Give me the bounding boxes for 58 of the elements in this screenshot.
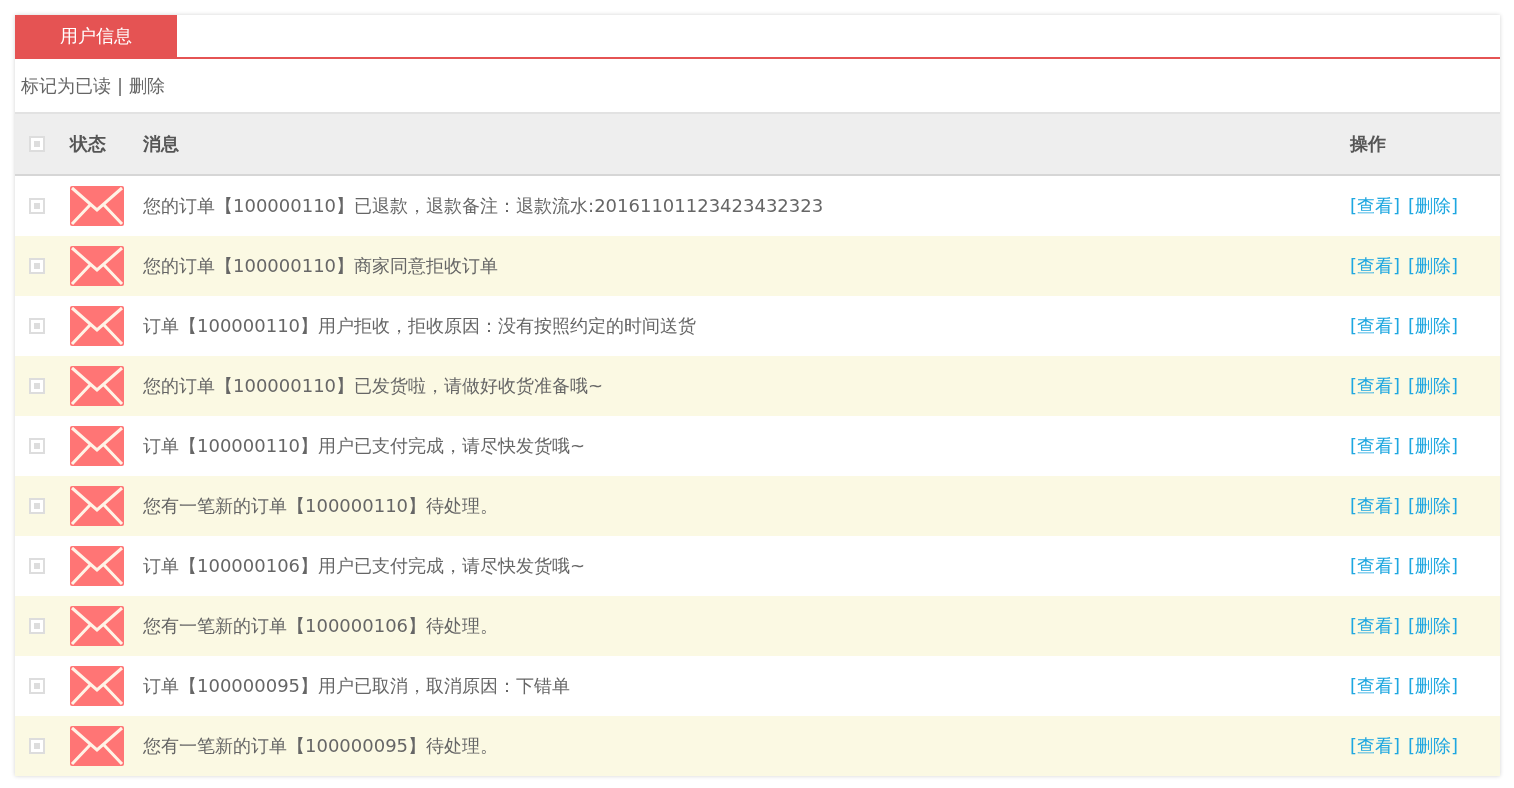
separator-text: | [117, 75, 124, 96]
delete-link[interactable]: [删除] [1408, 194, 1459, 218]
view-link[interactable]: [查看] [1350, 674, 1401, 698]
envelope-icon [70, 606, 124, 646]
envelope-icon [70, 726, 124, 766]
delete-link[interactable]: [删除] [1408, 374, 1459, 398]
row-checkbox[interactable] [29, 258, 45, 274]
delete-link[interactable]: [删除] [1408, 254, 1459, 278]
view-link[interactable]: [查看] [1350, 314, 1401, 338]
column-header: 消息 [143, 133, 179, 154]
row-checkbox[interactable] [29, 318, 45, 334]
view-link[interactable]: [查看] [1350, 554, 1401, 578]
delete-link[interactable]: [删除] [1408, 674, 1459, 698]
message-text: 您的订单【100000110】商家同意拒收订单 [143, 255, 499, 276]
row-checkbox[interactable] [29, 378, 45, 394]
view-link[interactable]: [查看] [1350, 194, 1401, 218]
envelope-icon [70, 666, 124, 706]
message-text: 订单【100000110】用户已支付完成，请尽快发货哦~ [143, 435, 586, 456]
row-checkbox[interactable] [29, 198, 45, 214]
delete-link[interactable]: [删除] [1408, 614, 1459, 638]
delete-link[interactable]: [删除] [1408, 494, 1459, 518]
column-header: 状态 [70, 132, 106, 156]
delete-link[interactable]: [删除] [1408, 554, 1459, 578]
envelope-icon [70, 426, 124, 466]
message-text: 您有一笔新的订单【100000110】待处理。 [143, 495, 499, 516]
message-text: 订单【100000110】用户拒收，拒收原因：没有按照约定的时间送货 [143, 315, 697, 336]
row-checkbox[interactable] [29, 678, 45, 694]
select-all-checkbox[interactable] [29, 136, 45, 152]
delete-link[interactable]: [删除] [1408, 734, 1459, 758]
row-checkbox[interactable] [29, 738, 45, 754]
envelope-icon [70, 366, 124, 406]
row-checkbox[interactable] [29, 438, 45, 454]
view-link[interactable]: [查看] [1350, 494, 1401, 518]
delete-link[interactable]: [删除] [1408, 314, 1459, 338]
tab[interactable]: 用户信息 [15, 15, 177, 57]
row-checkbox[interactable] [29, 618, 45, 634]
envelope-icon [70, 306, 124, 346]
message-text: 您有一笔新的订单【100000106】待处理。 [143, 615, 499, 636]
view-link[interactable]: [查看] [1350, 734, 1401, 758]
message-text: 您的订单【100000110】已发货啦，请做好收货准备哦~ [143, 375, 604, 396]
view-link[interactable]: [查看] [1350, 614, 1401, 638]
mark-read-link[interactable]: 标记为已读 [21, 73, 111, 98]
row-checkbox[interactable] [29, 558, 45, 574]
view-link[interactable]: [查看] [1350, 374, 1401, 398]
column-header: 操作 [1350, 132, 1386, 156]
message-text: 订单【100000106】用户已支付完成，请尽快发货哦~ [143, 555, 586, 576]
envelope-icon [70, 486, 124, 526]
view-link[interactable]: [查看] [1350, 254, 1401, 278]
delete-link[interactable]: [删除] [1408, 434, 1459, 458]
view-link[interactable]: [查看] [1350, 434, 1401, 458]
row-checkbox[interactable] [29, 498, 45, 514]
message-text: 订单【100000095】用户已取消，取消原因：下错单 [143, 675, 571, 696]
delete-link[interactable]: 删除 [129, 73, 166, 98]
envelope-icon [70, 246, 124, 286]
message-text: 您的订单【100000110】已退款，退款备注：退款流水:20161101123423432323 [143, 195, 824, 216]
envelope-icon [70, 546, 124, 586]
envelope-icon [70, 186, 124, 226]
message-text: 您有一笔新的订单【100000095】待处理。 [143, 735, 499, 756]
